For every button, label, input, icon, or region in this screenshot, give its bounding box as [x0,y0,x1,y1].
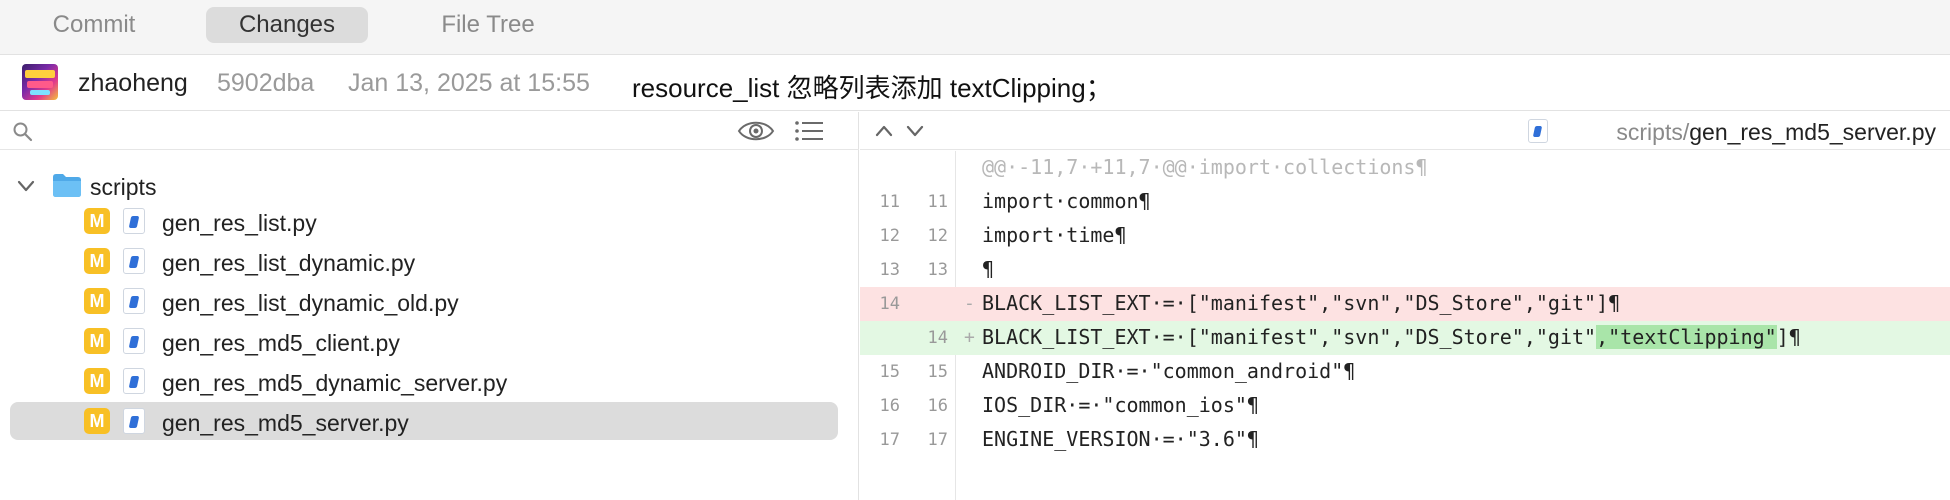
code-text-after: ]¶ [1776,325,1801,349]
python-file-icon [123,248,145,274]
modified-badge: M [84,208,110,234]
new-line-number: 16 [927,396,948,416]
old-line-number: 15 [879,362,900,382]
file-path-name: gen_res_md5_server.py [1689,119,1936,145]
folder-row-scripts[interactable]: scripts [0,168,859,204]
file-filter-input[interactable] [40,116,720,146]
python-file-icon [123,408,145,434]
view-tab-bar: Commit Changes File Tree [0,0,1950,55]
tab-file-tree[interactable]: File Tree [408,7,568,43]
commit-message: resource_list 忽略列表添加 textClipping； [632,73,1112,103]
new-line-number: 15 [927,362,948,382]
modified-badge: M [84,408,110,434]
diff-line-added: 14 + BLACK_LIST_EXT·=·["manifest","svn",… [860,321,1950,355]
code-text: import·time¶ [982,223,1127,247]
diff-line: 17 17 ENGINE_VERSION·=·"3.6"¶ [860,423,1950,457]
modified-badge: M [84,328,110,354]
new-line-number: 11 [927,192,948,212]
code-text: ENGINE_VERSION·=·"3.6"¶ [982,427,1259,451]
modified-badge: M [84,248,110,274]
tab-changes[interactable]: Changes [206,7,368,43]
file-filter-bar [0,112,859,150]
commit-info-bar: zhaoheng 5902dba Jan 13, 2025 at 15:55 r… [0,56,1950,111]
python-file-icon [123,368,145,394]
list-item[interactable]: M gen_res_md5_dynamic_server.py [10,362,838,400]
code-text: BLACK_LIST_EXT·=·["manifest","svn","DS_S… [982,325,1801,349]
chevron-up-icon[interactable] [874,123,894,139]
hunk-header: @@·-11,7·+11,7·@@·import·collections¶ [860,151,1950,185]
file-name: gen_res_md5_server.py [162,410,409,436]
list-item[interactable]: M gen_res_list_dynamic_old.py [10,282,838,320]
old-line-number: 14 [879,294,900,314]
tab-commit[interactable]: Commit [34,7,154,43]
new-line-number: 12 [927,226,948,246]
modified-badge: M [84,368,110,394]
list-item[interactable]: M gen_res_md5_client.py [10,322,838,360]
avatar [22,64,58,100]
diff-header: scripts/gen_res_md5_server.py [860,112,1950,150]
folder-icon [53,174,81,197]
list-view-icon[interactable] [794,119,824,143]
old-line-number: 13 [879,260,900,280]
commit-date: Jan 13, 2025 at 15:55 [348,69,590,97]
new-line-number: 17 [927,430,948,450]
new-line-number: 13 [927,260,948,280]
list-item[interactable]: M gen_res_list.py [10,202,838,240]
new-line-number: 14 [927,328,948,348]
diff-sign: + [964,327,975,348]
old-line-number: 17 [879,430,900,450]
file-name: gen_res_list.py [162,210,317,236]
list-item-selected[interactable]: M gen_res_md5_server.py [10,402,838,440]
folder-name: scripts [90,174,157,200]
python-file-icon [123,208,145,234]
python-file-icon [1528,119,1548,143]
python-file-icon [123,288,145,314]
diff-line-deleted: 14 - BLACK_LIST_EXT·=·["manifest","svn",… [860,287,1950,321]
code-text: BLACK_LIST_EXT·=·["manifest","svn","DS_S… [982,291,1621,315]
file-name: gen_res_list_dynamic.py [162,250,416,276]
chevron-down-icon[interactable] [16,178,36,194]
hunk-header-text: @@·-11,7·+11,7·@@·import·collections¶ [982,155,1428,179]
diff-line: 16 16 IOS_DIR·=·"common_ios"¶ [860,389,1950,423]
old-line-number: 11 [879,192,900,212]
file-name: gen_res_md5_client.py [162,330,400,356]
file-name: gen_res_md5_dynamic_server.py [162,370,508,396]
added-word-highlight: ,"textClipping" [1596,325,1777,349]
file-path-dir: scripts/ [1616,119,1690,145]
diff-sign: - [964,293,975,314]
file-name: gen_res_list_dynamic_old.py [162,290,459,316]
code-text: ANDROID_DIR·=·"common_android"¶ [982,359,1356,383]
old-line-number: 16 [879,396,900,416]
search-icon [13,122,33,142]
changed-files-pane: scripts M gen_res_list.py M gen_res_list… [0,112,859,500]
code-text: IOS_DIR·=·"common_ios"¶ [982,393,1259,417]
diff-pane: scripts/gen_res_md5_server.py @@·-11,7·+… [860,112,1950,500]
diff-line: 13 13 ¶ [860,253,1950,287]
code-text-before: BLACK_LIST_EXT·=·["manifest","svn","DS_S… [982,325,1597,349]
diff-file-path: scripts/gen_res_md5_server.py [1616,119,1936,146]
list-item[interactable]: M gen_res_list_dynamic.py [10,242,838,280]
code-text: ¶ [982,257,995,281]
diff-line: 12 12 import·time¶ [860,219,1950,253]
diff-line: 15 15 ANDROID_DIR·=·"common_android"¶ [860,355,1950,389]
diff-line: 11 11 import·common¶ [860,185,1950,219]
eye-icon[interactable] [737,118,775,144]
modified-badge: M [84,288,110,314]
python-file-icon [123,328,145,354]
chevron-down-icon[interactable] [905,123,925,139]
commit-author: zhaoheng [78,69,188,97]
commit-hash[interactable]: 5902dba [217,69,314,98]
code-text: import·common¶ [982,189,1151,213]
old-line-number: 12 [879,226,900,246]
